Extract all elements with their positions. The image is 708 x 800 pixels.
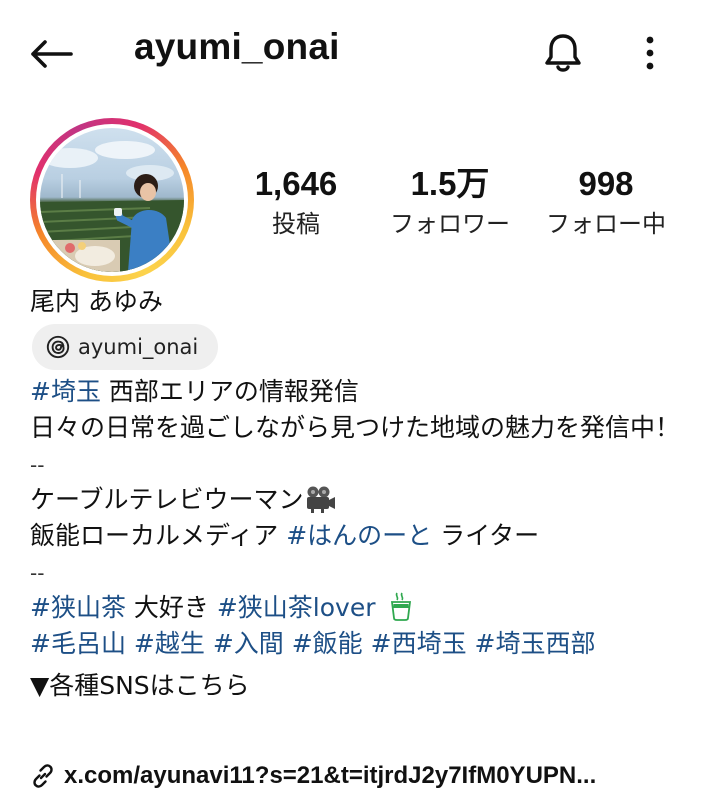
green-tea-cup-icon bbox=[391, 592, 412, 621]
more-options-button[interactable] bbox=[630, 30, 670, 76]
followers-count-label: フォロワー bbox=[390, 210, 510, 238]
posts-count-value: 1,646 bbox=[254, 165, 338, 202]
more-vertical-icon bbox=[646, 36, 654, 70]
avatar-photo-image bbox=[40, 141, 184, 272]
hashtag-link[interactable]: #狭山茶 bbox=[30, 593, 126, 622]
profile-username-title: ayumi_onai bbox=[134, 26, 340, 67]
movie-camera-icon bbox=[306, 486, 335, 513]
posts-count-label: 投稿 bbox=[272, 210, 320, 238]
bio-line-3: ケーブルテレビウーマン bbox=[30, 482, 690, 518]
bio-separator: -- bbox=[30, 561, 45, 585]
hashtag-link[interactable]: #埼玉西部 bbox=[475, 629, 596, 658]
hashtag-link[interactable]: #入間 bbox=[213, 629, 284, 658]
bio-line-5: #狭山茶 大好き #狭山茶lover bbox=[30, 590, 690, 626]
bio-text: 西部エリアの情報発信 bbox=[100, 377, 359, 406]
threads-profile-chip[interactable]: ayumi_onai bbox=[32, 324, 218, 370]
hashtag-link[interactable]: #越生 bbox=[134, 629, 205, 658]
following-count-value: 998 bbox=[578, 165, 634, 202]
avatar bbox=[40, 128, 184, 272]
bio-text: ライター bbox=[432, 521, 540, 550]
posts-count-stat[interactable]: 1,646 投稿 bbox=[216, 164, 376, 242]
profile-full-name: 尾内 あゆみ bbox=[30, 287, 163, 316]
external-link[interactable]: x.com/ayunavi11?s=21&t=itjrdJ2y7IfM0YUPN… bbox=[30, 756, 700, 796]
profile-bio: #埼玉 西部エリアの情報発信 日々の日常を過ごしながら見つけた地域の魅力を発信中… bbox=[30, 374, 690, 704]
hashtag-link[interactable]: #はんのーと bbox=[286, 521, 432, 550]
bio-line-7: ▼各種SNSはこちら bbox=[30, 671, 250, 700]
bio-line-2: 日々の日常を過ごしながら見つけた地域の魅力を発信中！ bbox=[30, 413, 681, 442]
top-bar: ayumi_onai bbox=[0, 0, 708, 106]
notifications-button[interactable] bbox=[538, 28, 588, 78]
hashtag-link[interactable]: #毛呂山 bbox=[30, 629, 126, 658]
hashtag-link[interactable]: #西埼玉 bbox=[371, 629, 467, 658]
back-button[interactable] bbox=[26, 32, 76, 76]
hashtag-link[interactable]: #狭山茶lover bbox=[217, 593, 376, 622]
bio-line-1: #埼玉 西部エリアの情報発信 bbox=[30, 374, 690, 410]
bio-line-6: #毛呂山 #越生 #入間 #飯能 #西埼玉 #埼玉西部 bbox=[30, 626, 690, 662]
bell-icon bbox=[545, 34, 581, 72]
link-icon bbox=[33, 764, 53, 788]
bio-separator: -- bbox=[30, 453, 45, 477]
bio-text: 飯能ローカルメディア bbox=[30, 521, 287, 550]
bio-text: ケーブルテレビウーマン bbox=[30, 485, 304, 514]
threads-logo-icon bbox=[46, 335, 70, 359]
followers-count-stat[interactable]: 1.5万 フォロワー bbox=[370, 164, 530, 242]
arrow-left-icon bbox=[31, 40, 73, 68]
profile-avatar-story-ring[interactable] bbox=[30, 118, 194, 282]
following-count-label: フォロー中 bbox=[546, 210, 666, 238]
following-count-stat[interactable]: 998 フォロー中 bbox=[526, 164, 686, 242]
hashtag-link[interactable]: #埼玉 bbox=[30, 377, 101, 406]
hashtag-link[interactable]: #飯能 bbox=[292, 629, 363, 658]
bio-text: 大好き bbox=[125, 593, 217, 622]
followers-count-value: 1.5万 bbox=[410, 165, 490, 202]
external-link-text: x.com/ayunavi11?s=21&t=itjrdJ2y7IfM0YUPN… bbox=[64, 762, 597, 789]
bio-line-4: 飯能ローカルメディア #はんのーと ライター bbox=[30, 518, 690, 554]
threads-handle-label: ayumi_onai bbox=[78, 335, 199, 359]
